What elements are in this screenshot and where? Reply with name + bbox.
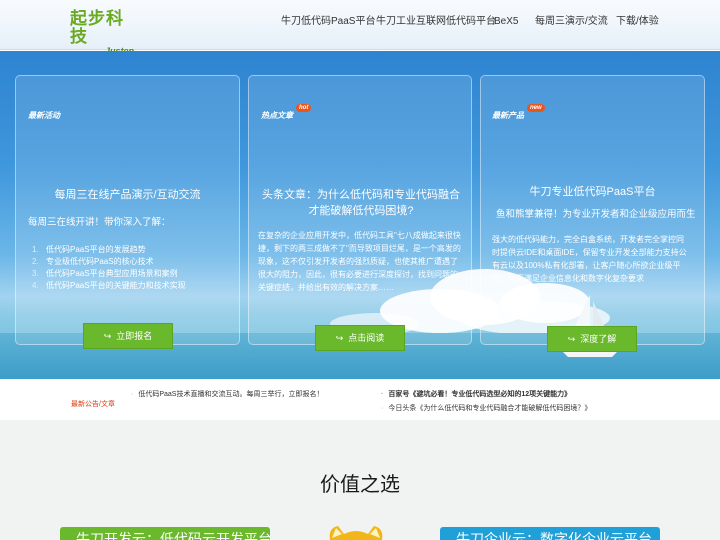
notice-item[interactable]: · 百家号《避坑必看！专业低代码选型必知的12项关键能力》: [381, 389, 571, 399]
new-badge: new: [527, 104, 545, 112]
list-item: 4. 低代码PaaS平台的关键能力和技术实现: [32, 281, 186, 290]
value-section: 价值之选 牛刀开发云：低代码云开发平台 牛刀企业云：数字化企业云平台: [0, 420, 720, 540]
read-article-button[interactable]: ↪ 点击阅读: [315, 325, 405, 351]
bullet-icon: ·: [381, 405, 384, 412]
dev-cloud-card[interactable]: 牛刀开发云：低代码云开发平台: [60, 527, 272, 540]
panel-products-title: 牛刀专业低代码PaaS平台: [529, 186, 656, 198]
panel-hot-tag: 热点文章hot: [261, 104, 312, 121]
nav-item-paas[interactable]: 牛刀低代码PaaS平台: [281, 15, 375, 29]
value-title: 价值之选: [320, 474, 400, 496]
list-item: 1. 低代码PaaS平台的发展趋势: [32, 245, 146, 254]
nav-item-industrial[interactable]: 牛刀工业互联网低代码平台: [376, 15, 496, 29]
nav-item-bex5[interactable]: BeX5: [494, 15, 518, 29]
hot-badge: hot: [296, 104, 312, 112]
nav-item-demo[interactable]: 每周三演示/交流: [535, 15, 608, 29]
panel-products-body: 强大的低代码能力，完全白盒系统，开发者完全掌控同时提供云IDE和桌面IDE，保留…: [492, 235, 687, 283]
top-navigation: 起步科技 Justep 牛刀低代码PaaS平台 牛刀工业互联网低代码平台 BeX…: [0, 0, 720, 56]
panel-products-tag: 最新产品new: [492, 104, 545, 121]
enterprise-cloud-card[interactable]: 牛刀企业云：数字化企业云平台: [440, 527, 660, 540]
panel-products-subtitle: 鱼和熊掌兼得！为专业开发者和企业级应用而生: [496, 209, 696, 220]
hero-banner: 最新活动 每周三在线产品演示/互动交流 每周三在线开讲！带你深入了解： 1. 低代…: [0, 51, 720, 379]
panel-activities-subtitle: 每周三在线开讲！带你深入了解：: [28, 217, 171, 228]
bullet-icon: ·: [131, 391, 134, 398]
notice-item[interactable]: · 低代码PaaS技术直播和交流互动。每周三举行，立即报名！: [131, 389, 323, 399]
panel-activities-tag: 最新活动: [28, 111, 60, 120]
panel-activities-list: 1. 低代码PaaS平台的发展趋势 2. 专业级低代码PaaS的核心技术 3. 低代码…: [32, 244, 186, 292]
share-icon: ↪: [103, 331, 112, 341]
mascot-icon: [329, 526, 383, 540]
panel-activities-title: 每周三在线产品演示/互动交流: [54, 189, 201, 201]
panel-hot-title[interactable]: 头条文章：为什么低代码和专业代码融合才能破解低代码困境?: [258, 187, 464, 219]
panel-hot-body: 在复杂的企业应用开发中，低代码工具"七八成做起来很快捷，剩下的两三成做不了"而导…: [258, 231, 461, 292]
nav-item-download[interactable]: 下载/体验: [616, 15, 659, 29]
notice-bar: 最新公告/文章 · 低代码PaaS技术直播和交流互动。每周三举行，立即报名！ · 百…: [0, 380, 720, 420]
notice-item[interactable]: · 今日头条《为什么低代码和专业代码融合才能破解低代码困境？》: [381, 403, 591, 413]
list-item: 2. 专业级低代码PaaS的核心技术: [32, 257, 154, 266]
logo-cn-text: 起步科技: [70, 9, 124, 47]
notice-label: 最新公告/文章: [71, 401, 115, 408]
bullet-icon: ·: [381, 391, 384, 398]
justep-logo[interactable]: 起步科技 Justep: [70, 10, 134, 56]
share-icon: ↪: [335, 333, 344, 343]
list-item: 3. 低代码PaaS平台典型应用场景和案例: [32, 269, 178, 278]
register-button[interactable]: ↪ 立即报名: [83, 323, 173, 349]
share-icon: ↪: [567, 334, 576, 344]
learn-more-button[interactable]: ↪ 深度了解: [547, 326, 637, 352]
